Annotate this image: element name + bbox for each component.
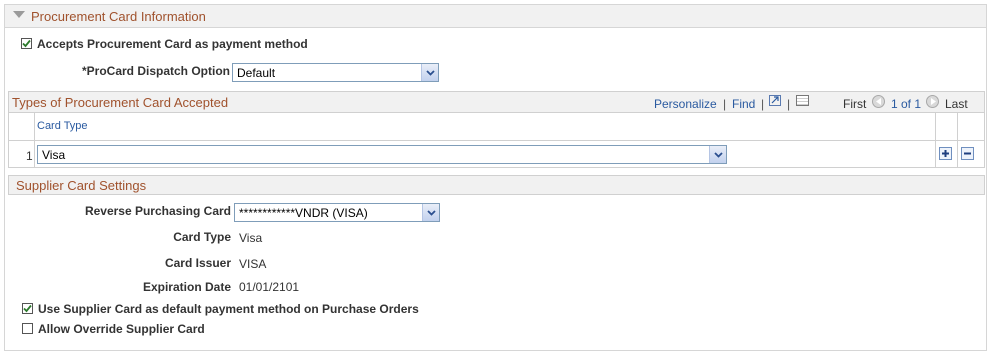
chevron-down-icon[interactable] xyxy=(709,146,726,163)
nav-separator-2: | xyxy=(761,97,765,111)
accepts-card-checkbox[interactable] xyxy=(21,38,32,49)
section-title: Procurement Card Information xyxy=(31,9,206,24)
column-header-card-type[interactable]: Card Type xyxy=(37,120,88,132)
use-default-checkbox[interactable] xyxy=(22,303,33,314)
last-label: Last xyxy=(945,97,968,111)
use-default-label: Use Supplier Card as default payment met… xyxy=(38,302,419,316)
view-all-icon[interactable] xyxy=(769,95,781,106)
card-type-label: Card Type xyxy=(173,230,231,244)
card-type-display: Visa xyxy=(239,231,263,245)
card-issuer-display: VISA xyxy=(239,257,267,271)
next-arrow-icon[interactable] xyxy=(926,95,939,108)
card-type-value: Visa xyxy=(42,147,66,162)
chevron-down-icon[interactable] xyxy=(421,64,438,81)
reverse-card-label: Reverse Purchasing Card xyxy=(84,204,231,218)
find-link[interactable]: Find xyxy=(732,97,755,111)
col-divider xyxy=(34,113,35,167)
expiration-label: Expiration Date xyxy=(142,280,231,294)
expiration-display: 01/01/2101 xyxy=(239,280,300,294)
accepts-card-label: Accepts Procurement Card as payment meth… xyxy=(37,37,308,51)
grid-title: Types of Procurement Card Accepted xyxy=(12,95,229,110)
nav-separator: | xyxy=(723,97,727,111)
spreadsheet-icon[interactable] xyxy=(796,95,809,106)
dispatch-value: Default xyxy=(237,65,276,80)
allow-override-label: Allow Override Supplier Card xyxy=(38,322,205,336)
supplier-section-title: Supplier Card Settings xyxy=(16,178,147,193)
row-range: 1 of 1 xyxy=(891,97,922,111)
nav-separator-3: | xyxy=(787,97,791,111)
plus-icon xyxy=(942,150,949,157)
chevron-down-icon[interactable] xyxy=(422,204,439,221)
reverse-card-value: ************VNDR (VISA) xyxy=(239,205,368,220)
allow-override-checkbox[interactable] xyxy=(22,323,33,334)
grid-header-divider xyxy=(8,140,985,141)
dispatch-label: *ProCard Dispatch Option xyxy=(81,64,230,78)
previous-arrow-icon[interactable] xyxy=(872,95,885,108)
delete-row-button[interactable] xyxy=(961,147,974,160)
dispatch-select[interactable]: Default xyxy=(232,63,439,82)
add-row-button[interactable] xyxy=(939,147,952,160)
row-number: 1 xyxy=(26,149,33,163)
minus-icon xyxy=(964,152,971,155)
col-divider xyxy=(957,113,958,167)
supplier-section-header xyxy=(8,175,985,195)
checkmark-icon xyxy=(23,304,32,313)
col-divider xyxy=(935,113,936,167)
checkmark-icon xyxy=(22,39,31,48)
card-type-select[interactable]: Visa xyxy=(37,145,727,164)
card-issuer-label: Card Issuer xyxy=(164,256,231,270)
personalize-link[interactable]: Personalize xyxy=(654,97,717,111)
reverse-card-select[interactable]: ************VNDR (VISA) xyxy=(234,203,440,222)
collapse-triangle-icon[interactable] xyxy=(13,11,25,18)
first-label: First xyxy=(843,97,867,111)
